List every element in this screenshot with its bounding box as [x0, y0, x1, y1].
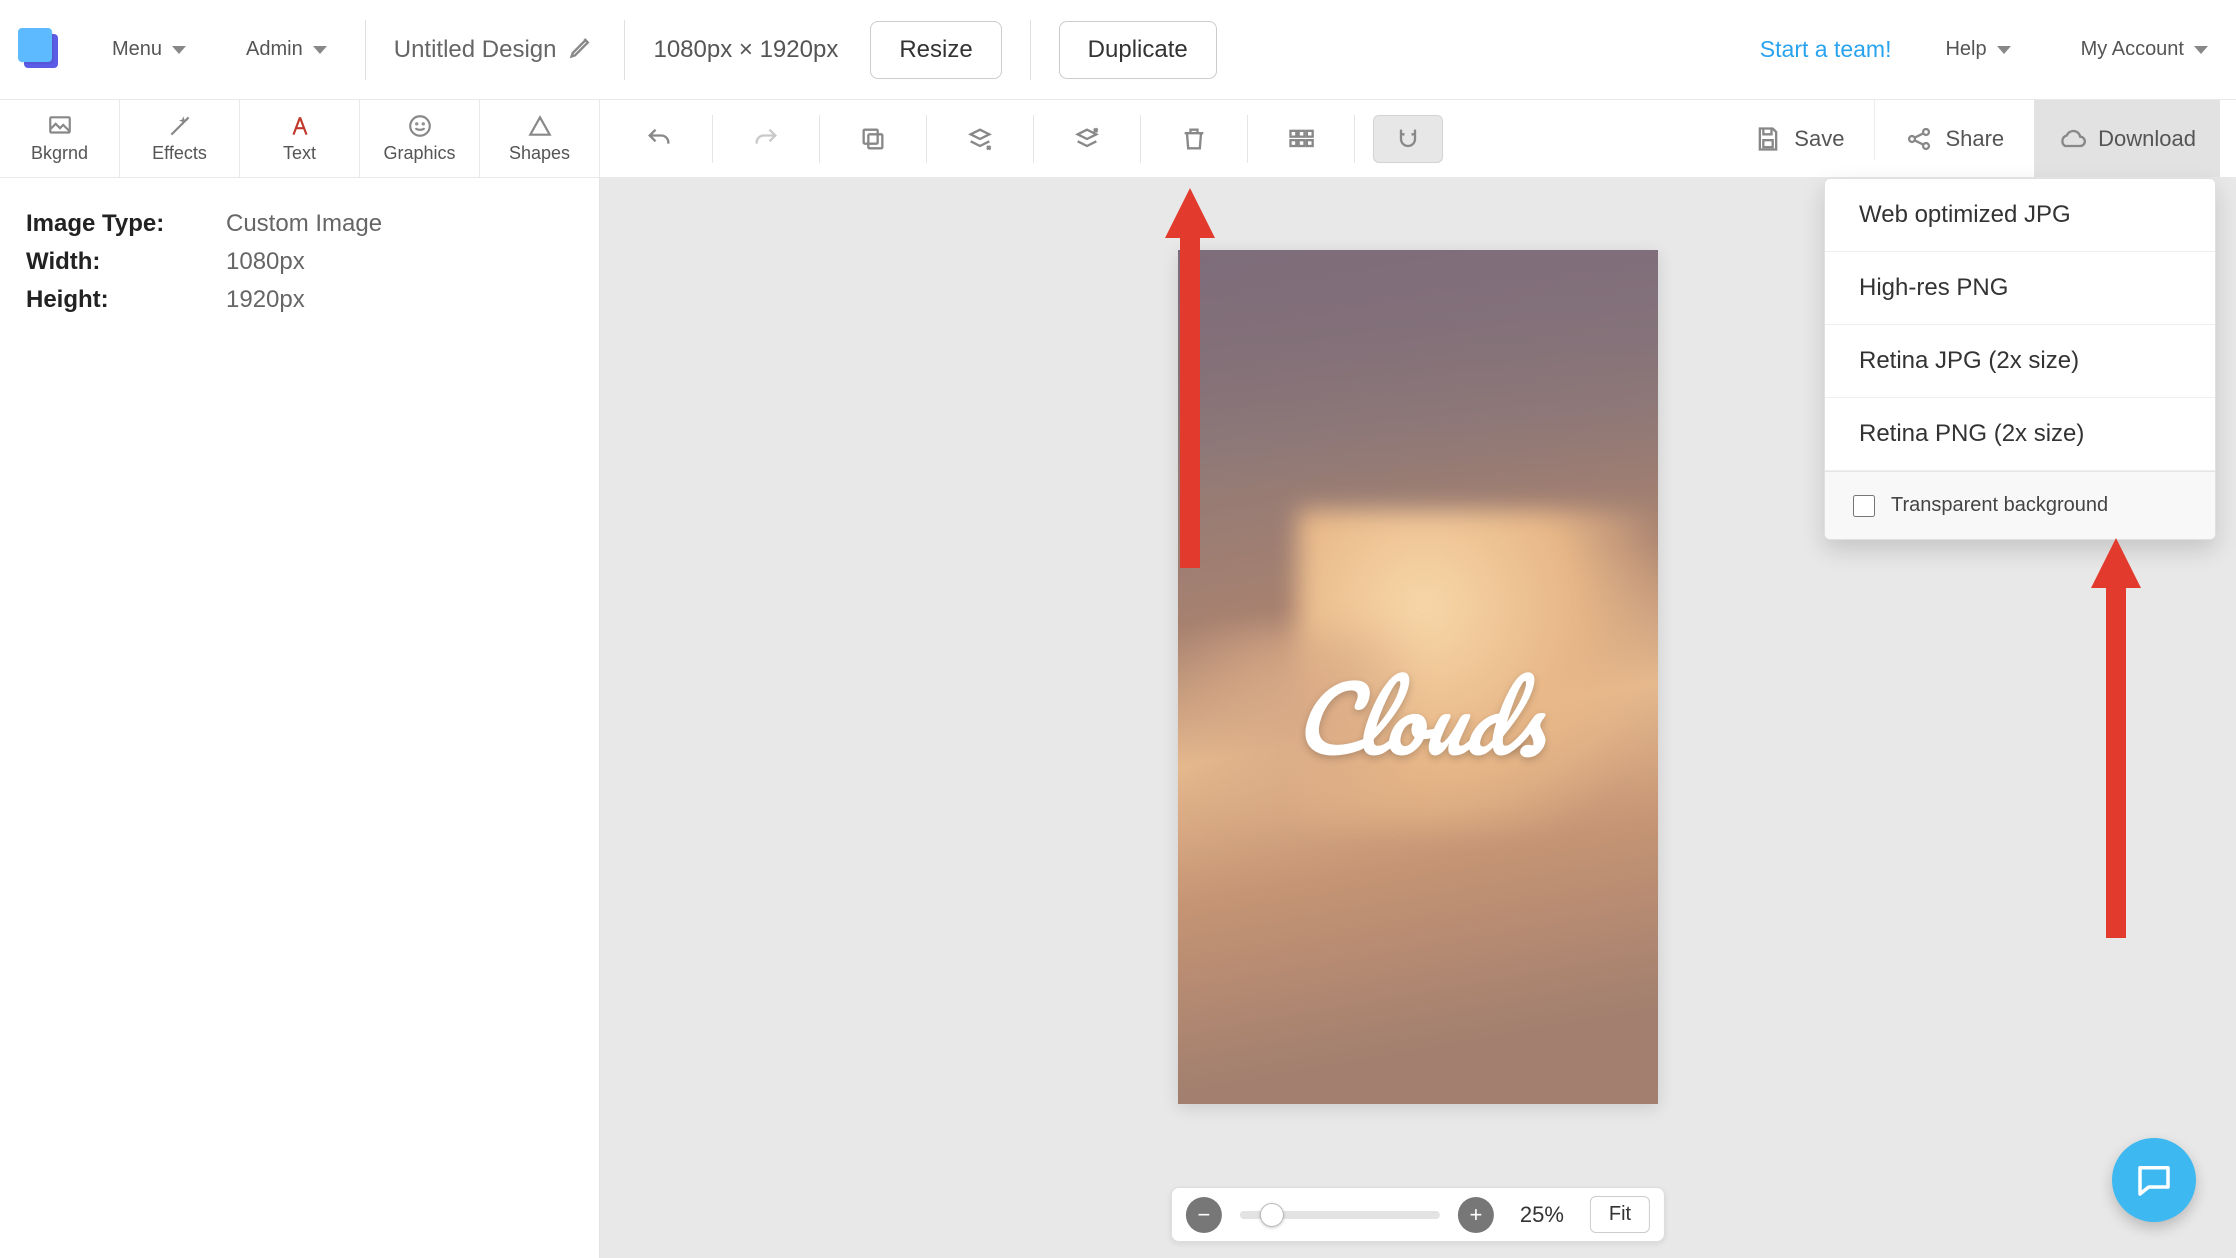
- copy-button[interactable]: [838, 115, 908, 163]
- value: 1920px: [226, 286, 305, 314]
- divider: [1140, 115, 1141, 163]
- help-label: Help: [1945, 38, 1986, 61]
- save-button[interactable]: Save: [1724, 100, 1874, 177]
- prop-image-type: Image Type: Custom Image: [26, 210, 573, 238]
- zoom-out-button[interactable]: −: [1186, 1197, 1222, 1233]
- save-icon: [1754, 125, 1782, 153]
- tool-bar: Bkgrnd Effects Text Graphics Shapes Sa: [0, 100, 2236, 178]
- layer-up-button[interactable]: [1052, 115, 1122, 163]
- prop-height: Height: 1920px: [26, 286, 573, 314]
- resize-button[interactable]: Resize: [870, 21, 1001, 79]
- tab-label: Effects: [152, 143, 207, 164]
- label: Width:: [26, 248, 226, 276]
- tab-label: Graphics: [383, 143, 455, 164]
- caret-down-icon: [2194, 46, 2208, 54]
- zoom-slider[interactable]: [1240, 1211, 1440, 1219]
- tab-shapes[interactable]: Shapes: [480, 100, 600, 177]
- label: Image Type:: [26, 210, 226, 238]
- annotation-arrow: [1160, 188, 1220, 568]
- share-icon: [1905, 125, 1933, 153]
- grid-button[interactable]: [1266, 115, 1336, 163]
- caret-down-icon: [313, 46, 327, 54]
- properties-panel: Image Type: Custom Image Width: 1080px H…: [0, 178, 600, 1258]
- tab-graphics[interactable]: Graphics: [360, 100, 480, 177]
- divider: [926, 115, 927, 163]
- divider: [1247, 115, 1248, 163]
- label: Height:: [26, 286, 226, 314]
- snap-button[interactable]: [1373, 115, 1443, 163]
- divider: [1354, 115, 1355, 163]
- save-label: Save: [1794, 126, 1844, 152]
- dimensions-label: 1080px × 1920px: [653, 36, 838, 64]
- value: Custom Image: [226, 210, 382, 238]
- pencil-icon[interactable]: [568, 32, 596, 67]
- value: 1080px: [226, 248, 305, 276]
- tab-effects[interactable]: Effects: [120, 100, 240, 177]
- download-option-retina-jpg[interactable]: Retina JPG (2x size): [1825, 325, 2215, 398]
- account-label: My Account: [2081, 38, 2184, 61]
- start-team-link[interactable]: Start a team!: [1760, 36, 1892, 63]
- download-button[interactable]: Download: [2034, 100, 2220, 177]
- menu-label: Menu: [112, 38, 162, 61]
- tab-text[interactable]: Text: [240, 100, 360, 177]
- divider: [624, 20, 625, 80]
- divider: [1033, 115, 1034, 163]
- top-bar: Menu Admin Untitled Design 1080px × 1920…: [0, 0, 2236, 100]
- admin-label: Admin: [246, 38, 303, 61]
- caret-down-icon: [172, 46, 186, 54]
- download-option-png[interactable]: High-res PNG: [1825, 252, 2215, 325]
- tab-label: Text: [283, 143, 316, 164]
- tab-background[interactable]: Bkgrnd: [0, 100, 120, 177]
- download-option-retina-png[interactable]: Retina PNG (2x size): [1825, 398, 2215, 471]
- account-dropdown[interactable]: My Account: [2071, 32, 2218, 67]
- fit-button[interactable]: Fit: [1590, 1196, 1650, 1233]
- tab-label: Bkgrnd: [31, 143, 88, 164]
- share-label: Share: [1945, 126, 2004, 152]
- share-button[interactable]: Share: [1875, 100, 2034, 177]
- checkbox-label: Transparent background: [1891, 494, 2108, 517]
- transparent-bg-toggle[interactable]: Transparent background: [1825, 471, 2215, 539]
- image-icon: [47, 113, 73, 139]
- prop-width: Width: 1080px: [26, 248, 573, 276]
- edit-actions: [600, 100, 1467, 177]
- zoom-percent: 25%: [1512, 1202, 1572, 1228]
- chat-icon: [2133, 1159, 2175, 1201]
- tab-label: Shapes: [509, 143, 570, 164]
- delete-button[interactable]: [1159, 115, 1229, 163]
- download-dropdown: Web optimized JPG High-res PNG Retina JP…: [1824, 178, 2216, 540]
- design-title[interactable]: Untitled Design: [394, 32, 597, 67]
- divider: [1030, 20, 1031, 80]
- canvas-text[interactable]: Clouds: [1178, 640, 1658, 795]
- main-area: Image Type: Custom Image Width: 1080px H…: [0, 178, 2236, 1258]
- design-canvas[interactable]: Clouds: [1178, 250, 1658, 1104]
- zoom-in-button[interactable]: +: [1458, 1197, 1494, 1233]
- divider: [365, 20, 366, 80]
- smile-icon: [407, 113, 433, 139]
- duplicate-button[interactable]: Duplicate: [1059, 21, 1217, 79]
- undo-button[interactable]: [624, 115, 694, 163]
- download-option-jpg[interactable]: Web optimized JPG: [1825, 179, 2215, 252]
- triangle-icon: [527, 113, 553, 139]
- annotation-arrow: [2086, 538, 2146, 938]
- help-dropdown[interactable]: Help: [1935, 32, 2020, 67]
- cloud-download-icon: [2058, 125, 2086, 153]
- caret-down-icon: [1997, 46, 2011, 54]
- download-label: Download: [2098, 126, 2196, 152]
- help-chat-button[interactable]: [2112, 1138, 2196, 1222]
- slider-knob[interactable]: [1260, 1203, 1284, 1227]
- redo-button[interactable]: [731, 115, 801, 163]
- admin-dropdown[interactable]: Admin: [236, 32, 337, 67]
- text-icon: [287, 113, 313, 139]
- wand-icon: [167, 113, 193, 139]
- divider: [819, 115, 820, 163]
- zoom-controls: − + 25% Fit: [1171, 1187, 1665, 1242]
- design-title-text: Untitled Design: [394, 36, 557, 64]
- menu-dropdown[interactable]: Menu: [102, 32, 196, 67]
- sky-gradient: [1178, 250, 1658, 490]
- canvas-area[interactable]: Clouds Web optimized JPG High-res PNG Re…: [600, 178, 2236, 1258]
- layer-down-button[interactable]: [945, 115, 1015, 163]
- app-logo[interactable]: [18, 28, 62, 72]
- divider: [712, 115, 713, 163]
- transparent-bg-checkbox[interactable]: [1853, 495, 1875, 517]
